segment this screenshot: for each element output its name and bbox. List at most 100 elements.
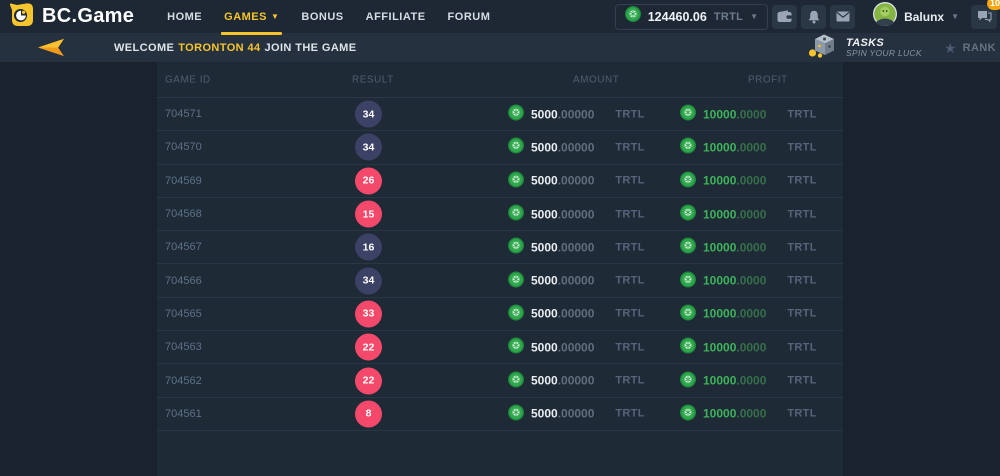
game-id: 704561 <box>165 408 202 420</box>
avatar <box>873 2 897 31</box>
nav-item-affiliate[interactable]: AFFILIATE <box>355 0 437 33</box>
game-id: 704569 <box>165 175 202 187</box>
trtl-coin-icon <box>680 271 696 290</box>
amount-currency: TRTL <box>615 375 644 387</box>
tasks-dice-icon <box>806 32 837 63</box>
trtl-coin-icon <box>508 404 524 423</box>
amount-cell: 5000.00000 TRTL <box>508 138 645 157</box>
table-row[interactable]: 704566 34 5000.00000 TRTL <box>157 264 843 297</box>
amount-currency: TRTL <box>615 408 644 420</box>
chat-unread-badge: 10 <box>987 0 1000 10</box>
amount-currency: TRTL <box>615 241 644 253</box>
tasks-shortcut[interactable]: TASKS SPIN YOUR LUCK <box>806 33 922 62</box>
main-nav: HOME GAMES▼ BONUS AFFILIATE FORUM <box>156 0 501 33</box>
game-id: 704562 <box>165 375 202 387</box>
rank-shortcut[interactable]: ★ RANK <box>944 33 996 62</box>
result-badge: 22 <box>355 334 382 361</box>
brand[interactable]: BC.Game <box>8 1 134 33</box>
table-row[interactable]: 704568 15 5000.00000 TRTL <box>157 198 843 231</box>
trtl-coin-icon <box>508 138 524 157</box>
navbar-right: 124460.06 TRTL ▼ <box>615 2 1000 31</box>
messages-button[interactable] <box>830 5 855 29</box>
profit-cell: 10000.0000 TRTL <box>680 271 817 290</box>
wallet-button[interactable] <box>772 5 797 29</box>
table-row[interactable]: 704570 34 5000.00000 TRTL <box>157 131 843 164</box>
chevron-down-icon: ▼ <box>750 12 758 21</box>
balance-amount: 124460.06 <box>648 10 707 24</box>
profit-cell: 10000.0000 TRTL <box>680 371 817 390</box>
game-id: 704567 <box>165 241 202 253</box>
table-row[interactable]: 704561 8 5000.00000 TRTL <box>157 398 843 431</box>
welcome-message: WELCOMETORONTON 44JOIN THE GAME <box>114 42 360 54</box>
profit-currency: TRTL <box>787 341 816 353</box>
amount-cell: 5000.00000 TRTL <box>508 371 645 390</box>
amount-currency: TRTL <box>615 108 644 120</box>
trtl-coin-icon <box>680 304 696 323</box>
column-header-result: RESULT <box>352 74 394 85</box>
balance-currency: TRTL <box>714 11 743 23</box>
table-row[interactable]: 704565 33 5000.00000 TRTL <box>157 298 843 331</box>
amount-cell: 5000.00000 TRTL <box>508 271 645 290</box>
nav-item-games[interactable]: GAMES▼ <box>213 0 290 33</box>
game-id: 704570 <box>165 141 202 153</box>
main-content: GAME ID RESULT AMOUNT PROFIT 704571 34 5… <box>0 62 1000 476</box>
trtl-coin-icon <box>680 404 696 423</box>
table-body: 704571 34 5000.00000 TRTL <box>157 98 843 431</box>
trtl-coin-icon <box>508 304 524 323</box>
profit-currency: TRTL <box>787 208 816 220</box>
trtl-coin-icon <box>680 371 696 390</box>
balance-selector[interactable]: 124460.06 TRTL ▼ <box>615 4 768 30</box>
brand-name: BC.Game <box>42 5 134 28</box>
table-header-row: GAME ID RESULT AMOUNT PROFIT <box>157 62 843 98</box>
table-row[interactable]: 704569 26 5000.00000 TRTL <box>157 165 843 198</box>
trtl-coin-icon <box>680 205 696 224</box>
welcome-username: TORONTON 44 <box>178 42 260 54</box>
profit-currency: TRTL <box>787 375 816 387</box>
amount-cell: 5000.00000 TRTL <box>508 304 645 323</box>
profit-cell: 10000.0000 TRTL <box>680 404 817 423</box>
trtl-coin-icon <box>508 205 524 224</box>
announcement-plane-icon <box>36 37 65 58</box>
amount-cell: 5000.00000 TRTL <box>508 171 645 190</box>
chevron-down-icon: ▼ <box>951 12 959 21</box>
trtl-coin-icon <box>508 371 524 390</box>
column-header-amount: AMOUNT <box>573 74 619 85</box>
profit-currency: TRTL <box>787 408 816 420</box>
tasks-subtitle: SPIN YOUR LUCK <box>846 49 922 58</box>
result-badge: 8 <box>355 400 382 427</box>
result-badge: 34 <box>355 267 382 294</box>
nav-item-forum[interactable]: FORUM <box>437 0 502 33</box>
amount-currency: TRTL <box>615 308 644 320</box>
user-name: Balunx <box>904 10 944 24</box>
nav-item-bonus[interactable]: BONUS <box>290 0 354 33</box>
trtl-coin-icon <box>680 105 696 124</box>
game-id: 704571 <box>165 108 202 120</box>
result-badge: 16 <box>355 234 382 261</box>
result-badge: 26 <box>355 167 382 194</box>
chat-button[interactable]: 10 <box>971 5 997 29</box>
amount-cell: 5000.00000 TRTL <box>508 205 645 224</box>
profit-currency: TRTL <box>787 275 816 287</box>
trtl-coin-icon <box>680 238 696 257</box>
profit-cell: 10000.0000 TRTL <box>680 205 817 224</box>
game-id: 704566 <box>165 275 202 287</box>
table-row[interactable]: 704567 16 5000.00000 TRTL <box>157 231 843 264</box>
trtl-coin-icon <box>680 171 696 190</box>
amount-cell: 5000.00000 TRTL <box>508 105 645 124</box>
profit-cell: 10000.0000 TRTL <box>680 171 817 190</box>
result-badge: 22 <box>355 367 382 394</box>
table-row[interactable]: 704563 22 5000.00000 TRTL <box>157 331 843 364</box>
table-row[interactable]: 704562 22 5000.00000 TRTL <box>157 364 843 397</box>
profit-currency: TRTL <box>787 175 816 187</box>
game-id: 704568 <box>165 208 202 220</box>
profit-currency: TRTL <box>787 308 816 320</box>
nav-item-home[interactable]: HOME <box>156 0 213 33</box>
table-row[interactable]: 704571 34 5000.00000 TRTL <box>157 98 843 131</box>
bets-table: GAME ID RESULT AMOUNT PROFIT 704571 34 5… <box>157 62 843 476</box>
notifications-button[interactable] <box>801 5 826 29</box>
amount-currency: TRTL <box>615 141 644 153</box>
profit-cell: 10000.0000 TRTL <box>680 105 817 124</box>
user-menu[interactable]: Balunx ▼ <box>873 2 959 31</box>
result-badge: 34 <box>355 101 382 128</box>
wallet-icon <box>777 10 792 23</box>
